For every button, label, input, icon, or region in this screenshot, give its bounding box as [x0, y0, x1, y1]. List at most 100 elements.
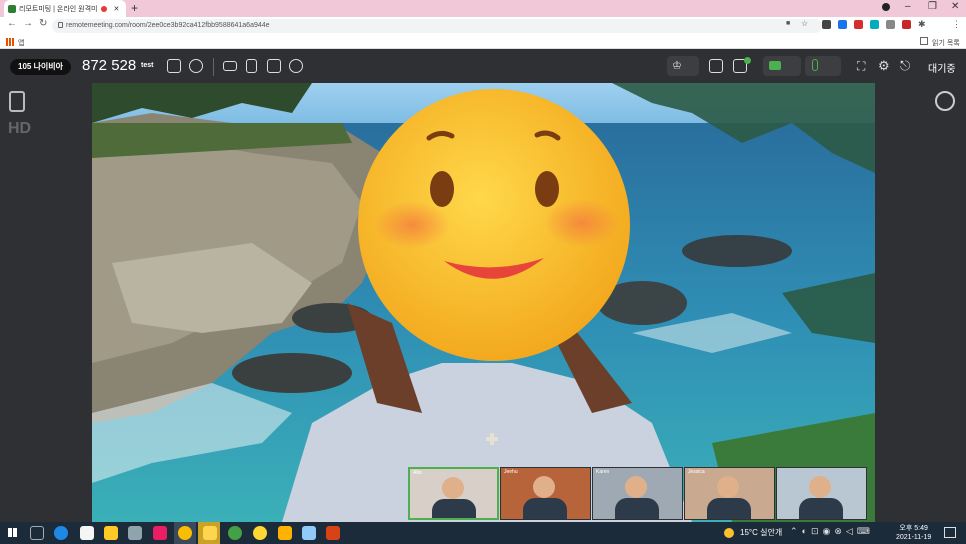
fullscreen-icon[interactable]: ⛶: [857, 59, 865, 74]
extension-icon[interactable]: [902, 20, 911, 29]
participant-name: Jeehu: [504, 469, 518, 475]
camera-snapshot-icon[interactable]: [267, 59, 281, 73]
participant-avatar: [717, 476, 739, 498]
participant-name: Jessica: [688, 469, 705, 475]
lock-icon[interactable]: [58, 22, 63, 28]
puzzle-extensions-icon[interactable]: ✱: [918, 19, 926, 30]
record-icon[interactable]: [289, 59, 303, 73]
toolbar-divider: [213, 58, 214, 76]
participant-thumbnail[interactable]: Karen: [592, 467, 683, 520]
tab-title: 리모트미팅 | 온라인 원격미: [19, 5, 98, 13]
extension-icon[interactable]: [870, 20, 879, 29]
left-panel: [0, 83, 92, 522]
back-arrow-icon[interactable]: ←: [7, 18, 17, 29]
line-icon[interactable]: [228, 526, 242, 540]
microphone-icon: [812, 59, 818, 71]
folder-icon[interactable]: [278, 526, 292, 540]
crown-icon: ♔: [672, 60, 682, 72]
participant-thumbnail[interactable]: Jessica: [684, 467, 775, 520]
exit-icon[interactable]: ⎋: [900, 58, 910, 74]
lock-room-icon[interactable]: [167, 59, 181, 73]
participant-name: Karen: [596, 469, 610, 475]
extension-icon[interactable]: [854, 20, 863, 29]
invite-user-icon[interactable]: [189, 59, 203, 73]
chat-icon[interactable]: [935, 91, 955, 111]
sticky-notes-icon[interactable]: [203, 526, 217, 540]
notification-icon[interactable]: [944, 527, 956, 538]
participants-count-badge: [744, 57, 751, 64]
reading-list-icon[interactable]: [920, 37, 928, 45]
reading-list-link[interactable]: 읽기 목록: [932, 38, 960, 48]
chrome-icon[interactable]: [178, 526, 192, 540]
camera-permission-icon[interactable]: ■: [786, 20, 790, 27]
gear-icon[interactable]: ⚙: [878, 58, 890, 74]
room-tag: test: [141, 62, 154, 69]
url-text: remotemeeting.com/room/2ee0ce3b92ca412fb…: [66, 22, 270, 29]
participant-body: [523, 498, 567, 519]
browser-tab[interactable]: 리모트미팅 | 온라인 원격미 ✕: [4, 0, 126, 17]
participant-body: [799, 498, 843, 519]
participant-thumbnail[interactable]: Alto: [408, 467, 499, 520]
bookmark-star-icon[interactable]: ☆: [801, 19, 808, 28]
site-favicon-icon: [8, 4, 16, 13]
close-window-button[interactable]: ✕: [951, 1, 959, 12]
extension-icon[interactable]: [886, 20, 895, 29]
main-video[interactable]: [92, 83, 875, 522]
room-name: 105 나이비아: [18, 62, 64, 71]
waiting-status[interactable]: 대기중: [928, 60, 956, 75]
participant-thumbnail[interactable]: [776, 467, 867, 520]
app-icon[interactable]: [80, 526, 94, 540]
participant-body: [707, 498, 751, 519]
app-icon[interactable]: [302, 526, 316, 540]
system-tray-icon[interactable]: ⌃◐⊡◉⊗◁⌨: [790, 526, 874, 537]
room-name-badge[interactable]: 105 나이비아: [10, 59, 72, 75]
video-camera-icon: [769, 61, 781, 70]
clock-date: 2021-11-19: [896, 534, 932, 541]
clock-time: 오후 5:49: [899, 525, 928, 532]
participant-avatar: [442, 477, 464, 499]
address-bar[interactable]: remotemeeting.com/room/2ee0ce3b92ca412fb…: [52, 19, 822, 33]
right-panel: [875, 83, 966, 522]
powerpoint-icon[interactable]: [326, 526, 340, 540]
profile-icon[interactable]: [882, 3, 890, 11]
app-icon[interactable]: [153, 526, 167, 540]
clock[interactable]: 오후 5:49 2021-11-19: [896, 524, 931, 542]
participant-thumbnail[interactable]: Jeehu: [500, 467, 591, 520]
new-tab-button[interactable]: +: [131, 1, 138, 15]
app-icon[interactable]: [128, 526, 142, 540]
meeting-toolbar: 105 나이비아 872 528 test ♔ ⛶ ⚙ ⎋ 대기중: [0, 49, 966, 83]
participant-avatar: [533, 476, 555, 498]
more-menu-icon[interactable]: ⋮: [952, 19, 961, 30]
room-number: 872 528: [82, 57, 137, 74]
maximize-button[interactable]: ❐: [928, 1, 937, 12]
participant-body: [615, 498, 659, 519]
close-tab-icon[interactable]: ✕: [114, 5, 120, 13]
document-icon[interactable]: [246, 59, 257, 73]
apps-grid-icon[interactable]: [6, 38, 14, 46]
recording-indicator-icon: [100, 5, 107, 12]
participant-name: Alto: [413, 470, 422, 476]
mic-toggle-button[interactable]: [805, 56, 841, 76]
minimize-button[interactable]: –: [905, 1, 911, 12]
bookmark-apps[interactable]: 앱: [18, 38, 24, 48]
weather-icon[interactable]: [724, 528, 734, 538]
participant-avatar: [809, 476, 831, 498]
bookmarks-bar: 앱 읽기 목록: [0, 35, 966, 49]
hd-quality-label[interactable]: HD: [8, 120, 31, 138]
extension-icon[interactable]: [822, 20, 831, 29]
browser-tab-strip: [0, 0, 966, 17]
task-view-icon[interactable]: [30, 526, 44, 540]
file-explorer-icon[interactable]: [104, 526, 118, 540]
edge-browser-icon[interactable]: [54, 526, 68, 540]
extension-icon[interactable]: [838, 20, 847, 29]
weather-text[interactable]: 15°C 실안개: [740, 527, 782, 538]
windows-start-icon[interactable]: [8, 528, 17, 537]
layout-icon[interactable]: [709, 59, 723, 73]
clipboard-icon[interactable]: [9, 91, 25, 112]
forward-arrow-icon[interactable]: →: [23, 18, 33, 29]
kakaotalk-icon[interactable]: [253, 526, 267, 540]
participant-avatar: [625, 476, 647, 498]
main-video-scene: [92, 83, 875, 522]
screen-share-icon[interactable]: [223, 61, 237, 71]
reload-icon[interactable]: ↻: [39, 18, 47, 29]
